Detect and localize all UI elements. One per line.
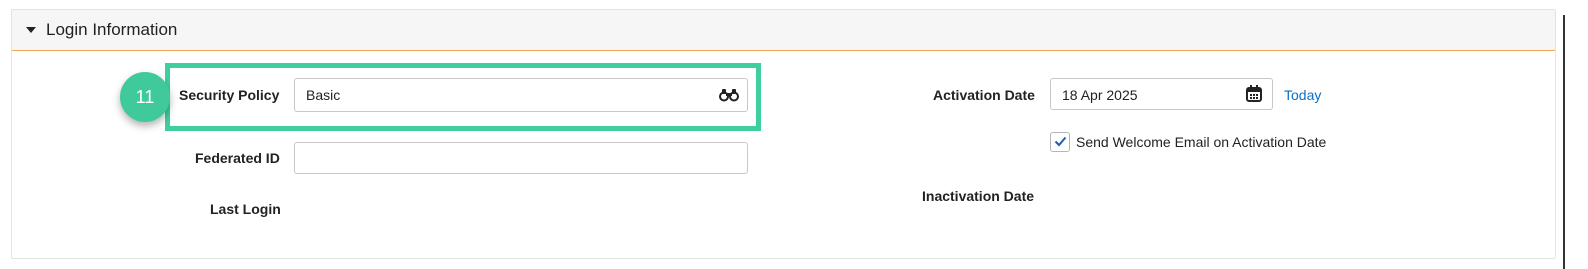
security-policy-value: Basic [306, 87, 341, 103]
activation-date-value: 18 Apr 2025 [1062, 87, 1138, 103]
last-login-label: Last Login [210, 201, 281, 217]
today-link[interactable]: Today [1284, 87, 1321, 103]
send-welcome-email-checkbox[interactable] [1050, 132, 1070, 152]
section-title: Login Information [46, 20, 178, 39]
step-badge: 11 [120, 72, 170, 122]
send-welcome-email-label[interactable]: Send Welcome Email on Activation Date [1076, 134, 1326, 150]
calendar-icon[interactable] [1246, 85, 1262, 102]
federated-id-label: Federated ID [195, 150, 280, 166]
section-header[interactable]: Login Information [12, 10, 1555, 51]
security-policy-field[interactable]: Basic [294, 78, 748, 112]
scrollbar-edge [1563, 15, 1565, 269]
binoculars-icon[interactable] [719, 88, 739, 102]
security-policy-label: Security Policy [179, 87, 280, 103]
checkmark-icon [1054, 136, 1067, 147]
federated-id-input[interactable] [294, 142, 748, 174]
inactivation-date-label: Inactivation Date [922, 188, 1035, 204]
activation-date-input[interactable]: 18 Apr 2025 [1050, 78, 1273, 110]
activation-date-label: Activation Date [933, 87, 1035, 103]
caret-down-icon[interactable] [26, 27, 36, 33]
